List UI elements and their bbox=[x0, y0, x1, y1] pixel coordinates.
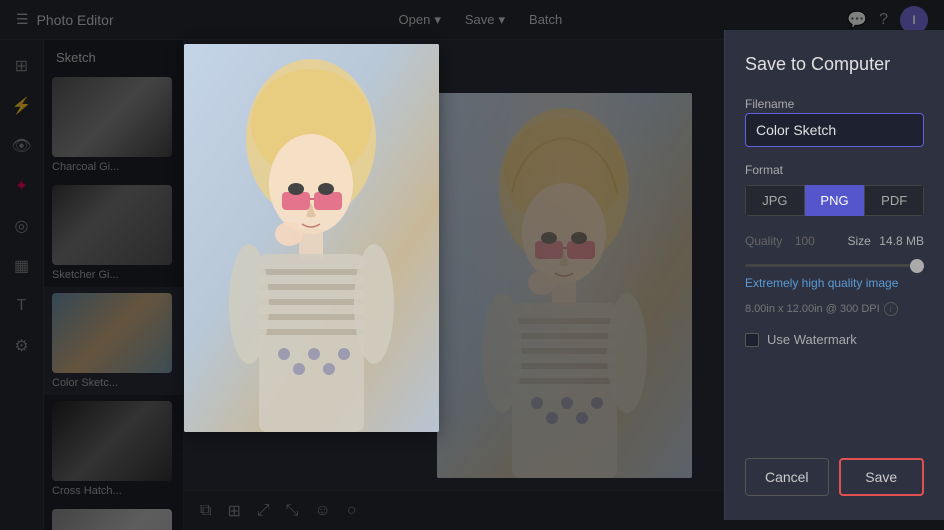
format-png-button[interactable]: PNG bbox=[805, 185, 865, 216]
watermark-row: Use Watermark bbox=[745, 332, 924, 347]
modal-save-button[interactable]: Save bbox=[839, 458, 925, 496]
size-value: 14.8 MB bbox=[879, 234, 924, 248]
modal-panel: Save to Computer Filename Format JPG PNG… bbox=[724, 30, 944, 520]
quality-label: Quality bbox=[745, 234, 782, 248]
watermark-label: Use Watermark bbox=[767, 332, 857, 347]
format-pdf-button[interactable]: PDF bbox=[864, 185, 924, 216]
quality-hint[interactable]: Extremely high quality image bbox=[745, 276, 924, 290]
watermark-checkbox[interactable] bbox=[745, 333, 759, 347]
format-jpg-button[interactable]: JPG bbox=[745, 185, 805, 216]
info-icon[interactable]: i bbox=[884, 302, 898, 316]
save-modal: Save to Computer Filename Format JPG PNG… bbox=[120, 30, 944, 530]
modal-title: Save to Computer bbox=[745, 54, 924, 75]
size-label: Size bbox=[848, 234, 871, 248]
modal-buttons: Cancel Save bbox=[745, 458, 924, 496]
quality-value: 100 bbox=[795, 234, 815, 248]
modal-preview-image bbox=[184, 44, 439, 432]
format-label: Format bbox=[745, 163, 924, 177]
cancel-button[interactable]: Cancel bbox=[745, 458, 829, 496]
quality-slider[interactable] bbox=[745, 264, 924, 267]
filename-input[interactable] bbox=[745, 113, 924, 147]
filename-label: Filename bbox=[745, 97, 794, 111]
dimensions-info: 8.00in x 12.00in @ 300 DPI i bbox=[745, 302, 924, 316]
quality-size-row: Quality 100 Size 14.8 MB bbox=[745, 232, 924, 250]
format-buttons: JPG PNG PDF bbox=[745, 185, 924, 216]
quality-slider-container bbox=[745, 254, 924, 272]
